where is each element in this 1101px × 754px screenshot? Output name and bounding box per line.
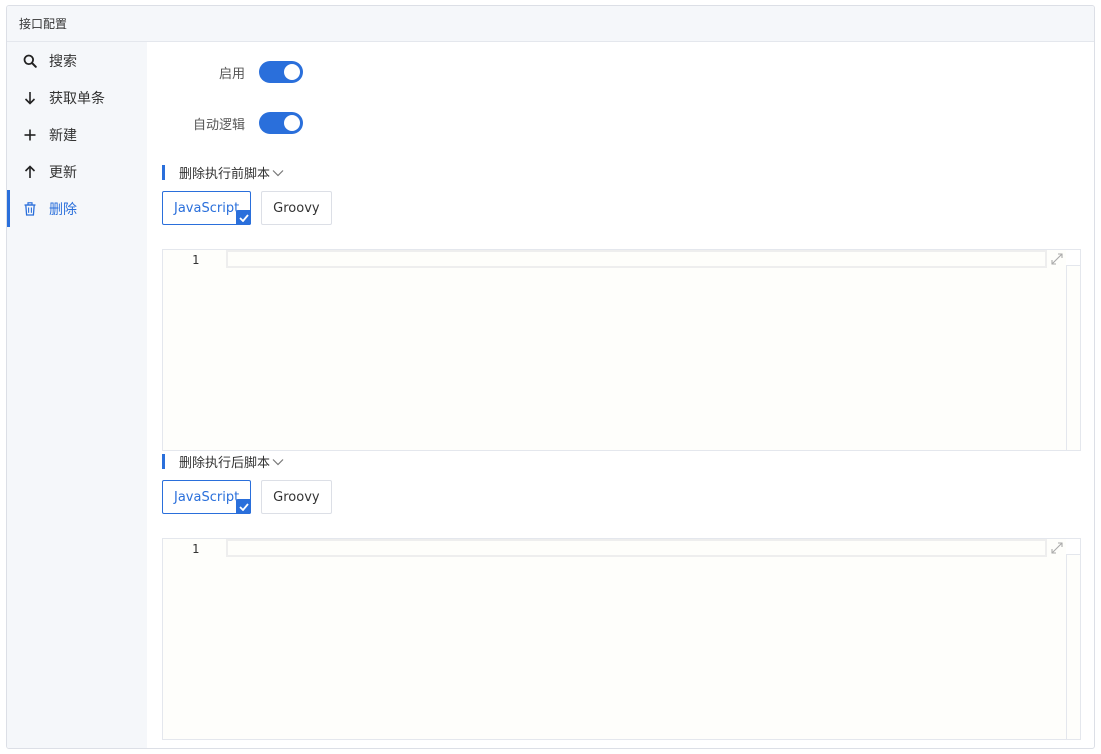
enable-row: 启用 — [147, 61, 327, 83]
auto-logic-label: 自动逻辑 — [192, 117, 245, 133]
after-javascript-option[interactable]: JavaScript — [162, 480, 252, 514]
arrow-up-icon — [21, 163, 39, 181]
before-script-title: 删除执行前脚本 — [179, 167, 271, 182]
after-script-header: 删除执行后脚本 — [162, 452, 284, 471]
before-script-language-group: JavaScript Groovy — [162, 191, 332, 225]
editor-scrollbar[interactable] — [1066, 250, 1080, 450]
search-icon — [21, 52, 39, 70]
section-accent-bar — [162, 454, 165, 469]
switch-knob — [284, 115, 300, 131]
before-javascript-option[interactable]: JavaScript — [162, 191, 252, 225]
check-icon — [236, 210, 252, 225]
main-content: 启用 自动逻辑 删除执行前脚本 JavaScript Groovy 1 删除执行… — [147, 42, 1094, 748]
language-label: JavaScript — [174, 489, 240, 505]
switch-knob — [284, 64, 300, 80]
line-number: 1 — [192, 253, 200, 267]
sidebar-item-label: 搜索 — [49, 53, 77, 70]
before-groovy-option[interactable]: Groovy — [261, 191, 332, 225]
sidebar-item-create[interactable]: 新建 — [7, 116, 147, 153]
sidebar-item-label: 新建 — [49, 127, 77, 144]
sidebar-item-delete[interactable]: 删除 — [7, 190, 147, 227]
after-script-title: 删除执行后脚本 — [179, 456, 271, 471]
sidebar-item-get-one[interactable]: 获取单条 — [7, 79, 147, 116]
after-script-language-group: JavaScript Groovy — [162, 480, 332, 514]
arrow-down-icon — [21, 89, 39, 107]
sidebar-item-label: 删除 — [49, 201, 77, 218]
after-script-editor[interactable]: 1 — [162, 538, 1081, 740]
editor-scrollbar[interactable] — [1066, 539, 1080, 739]
active-line — [226, 539, 1047, 557]
sidebar: 搜索 获取单条 新建 更新 删除 — [7, 42, 147, 748]
before-script-header: 删除执行前脚本 — [162, 163, 284, 182]
scrollbar-thumb[interactable] — [1066, 539, 1080, 555]
auto-logic-switch[interactable] — [259, 112, 303, 134]
active-line — [226, 250, 1047, 268]
language-label: Groovy — [273, 200, 320, 216]
config-panel: 接口配置 搜索 获取单条 新建 更新 删除 启用 自动逻辑 删除执行前脚本 Ja… — [6, 5, 1095, 749]
enable-switch[interactable] — [259, 61, 303, 83]
panel-title: 接口配置 — [7, 6, 1094, 42]
section-accent-bar — [162, 165, 165, 180]
before-script-editor[interactable]: 1 — [162, 249, 1081, 451]
sidebar-item-label: 更新 — [49, 164, 77, 181]
scrollbar-thumb[interactable] — [1066, 250, 1080, 266]
expand-icon[interactable] — [1050, 252, 1064, 266]
enable-label: 启用 — [218, 66, 245, 82]
plus-icon — [21, 126, 39, 144]
auto-logic-row: 自动逻辑 — [147, 112, 327, 134]
line-number: 1 — [192, 542, 200, 556]
trash-icon — [21, 200, 39, 218]
sidebar-item-label: 获取单条 — [49, 90, 105, 107]
sidebar-item-search[interactable]: 搜索 — [7, 42, 147, 79]
language-label: Groovy — [273, 489, 320, 505]
expand-icon[interactable] — [1050, 541, 1064, 555]
chevron-down-icon[interactable] — [272, 169, 284, 177]
language-label: JavaScript — [174, 200, 240, 216]
check-icon — [236, 499, 252, 514]
chevron-down-icon[interactable] — [272, 458, 284, 466]
after-groovy-option[interactable]: Groovy — [261, 480, 332, 514]
sidebar-item-update[interactable]: 更新 — [7, 153, 147, 190]
